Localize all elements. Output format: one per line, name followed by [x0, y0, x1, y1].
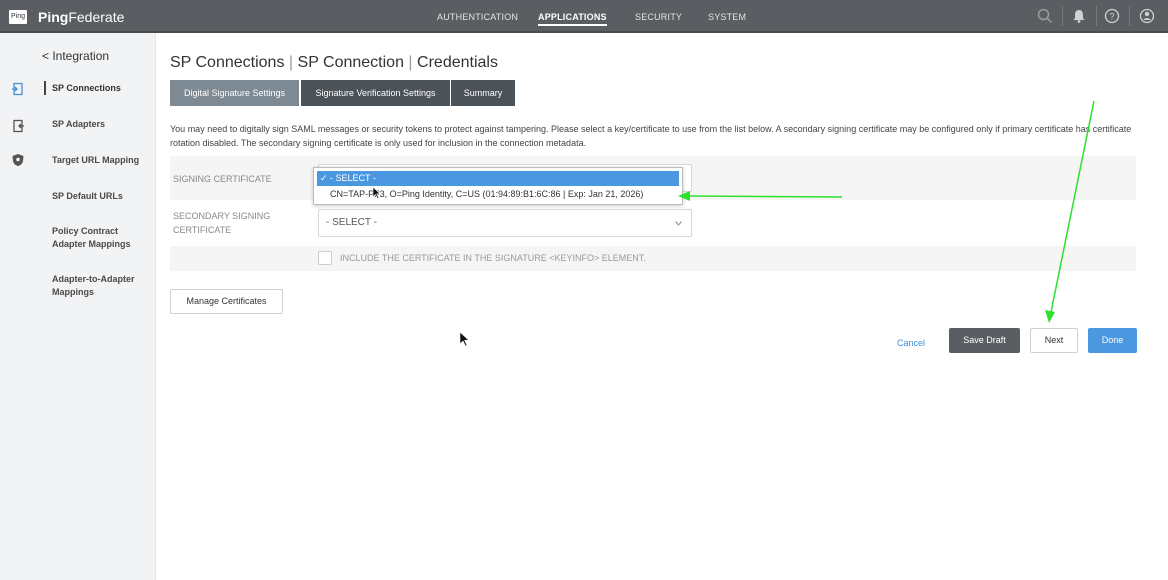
- breadcrumb-sp-connections[interactable]: SP Connections: [170, 54, 284, 71]
- include-certificate-row: [170, 246, 1136, 271]
- bell-icon[interactable]: [1070, 7, 1088, 25]
- ping-logo-icon: Ping: [9, 10, 27, 24]
- sidebar-item-sp-adapters[interactable]: SP Adapters: [52, 118, 105, 131]
- oauth-shield-icon[interactable]: [11, 153, 25, 167]
- done-button[interactable]: Done: [1088, 328, 1137, 353]
- page-title-breadcrumb: SP Connections | SP Connection | Credent…: [170, 54, 498, 71]
- nav-applications[interactable]: APPLICATIONS: [538, 12, 607, 26]
- brand-name: PingFederate: [38, 9, 124, 25]
- sidebar-item-target-url-mapping[interactable]: Target URL Mapping: [52, 154, 139, 167]
- user-icon[interactable]: [1138, 7, 1156, 25]
- breadcrumb-sp-connection[interactable]: SP Connection: [298, 54, 404, 71]
- integration-sidebar: < Integration SP Connections SP Adapters…: [34, 33, 156, 580]
- nav-system[interactable]: SYSTEM: [708, 12, 746, 22]
- secondary-select-value: - SELECT -: [326, 217, 377, 228]
- sidebar-item-sp-default-urls[interactable]: SP Default URLs: [52, 190, 123, 203]
- brand-name-bold: Ping: [38, 9, 69, 25]
- sidebar-item-adapter-to-adapter-mappings[interactable]: Adapter-to-Adapter Mappings: [52, 273, 144, 299]
- top-navigation-bar: Ping PingFederate AUTHENTICATION APPLICA…: [0, 0, 1168, 33]
- header-divider: [1129, 6, 1130, 26]
- header-divider: [1062, 6, 1063, 26]
- dropdown-option-select[interactable]: ✓ - SELECT -: [317, 171, 679, 186]
- brand-name-rest: Federate: [68, 9, 125, 25]
- signing-certificate-label: SIGNING CERTIFICATE: [173, 174, 272, 184]
- sp-connections-icon[interactable]: [11, 82, 25, 96]
- secondary-signing-certificate-label: SECONDARY SIGNING CERTIFICATE: [173, 211, 271, 235]
- next-button[interactable]: Next: [1030, 328, 1078, 353]
- sidebar-back-link[interactable]: < Integration: [42, 49, 109, 63]
- identity-provider-icon[interactable]: [11, 119, 25, 133]
- chevron-left-icon: <: [42, 49, 53, 63]
- search-icon[interactable]: [1036, 7, 1054, 25]
- dropdown-option-tap-pf3-certificate[interactable]: CN=TAP-PF3, O=Ping Identity, C=US (01:94…: [317, 187, 679, 202]
- icon-rail: [0, 33, 34, 580]
- sidebar-back-label: Integration: [52, 49, 110, 63]
- secondary-signing-certificate-select[interactable]: - SELECT -: [318, 209, 692, 237]
- signing-certificate-dropdown: ✓ - SELECT - CN=TAP-PF3, O=Ping Identity…: [313, 167, 683, 205]
- sidebar-item-policy-contract-adapter-mappings[interactable]: Policy Contract Adapter Mappings: [52, 225, 144, 251]
- nav-authentication[interactable]: AUTHENTICATION: [437, 12, 518, 22]
- include-certificate-label: INCLUDE THE CERTIFICATE IN THE SIGNATURE…: [340, 253, 646, 263]
- description-text: You may need to digitally sign SAML mess…: [170, 124, 1132, 148]
- help-icon[interactable]: ?: [1103, 7, 1121, 25]
- sidebar-item-sp-connections[interactable]: SP Connections: [52, 82, 121, 95]
- header-divider: [1096, 6, 1097, 26]
- cancel-button[interactable]: Cancel: [890, 333, 932, 353]
- include-certificate-checkbox[interactable]: [318, 251, 332, 265]
- mouse-cursor-icon: [459, 331, 470, 347]
- tab-summary[interactable]: Summary: [451, 80, 515, 106]
- chevron-down-icon: [675, 221, 682, 226]
- breadcrumb-credentials: Credentials: [417, 54, 498, 71]
- save-draft-button[interactable]: Save Draft: [949, 328, 1020, 353]
- nav-security[interactable]: SECURITY: [635, 12, 682, 22]
- svg-text:?: ?: [1109, 12, 1114, 22]
- tab-signature-verification-settings[interactable]: Signature Verification Settings: [301, 80, 450, 106]
- manage-certificates-button[interactable]: Manage Certificates: [170, 289, 283, 314]
- tab-digital-signature-settings[interactable]: Digital Signature Settings: [170, 80, 299, 106]
- sidebar-active-marker: [44, 81, 46, 95]
